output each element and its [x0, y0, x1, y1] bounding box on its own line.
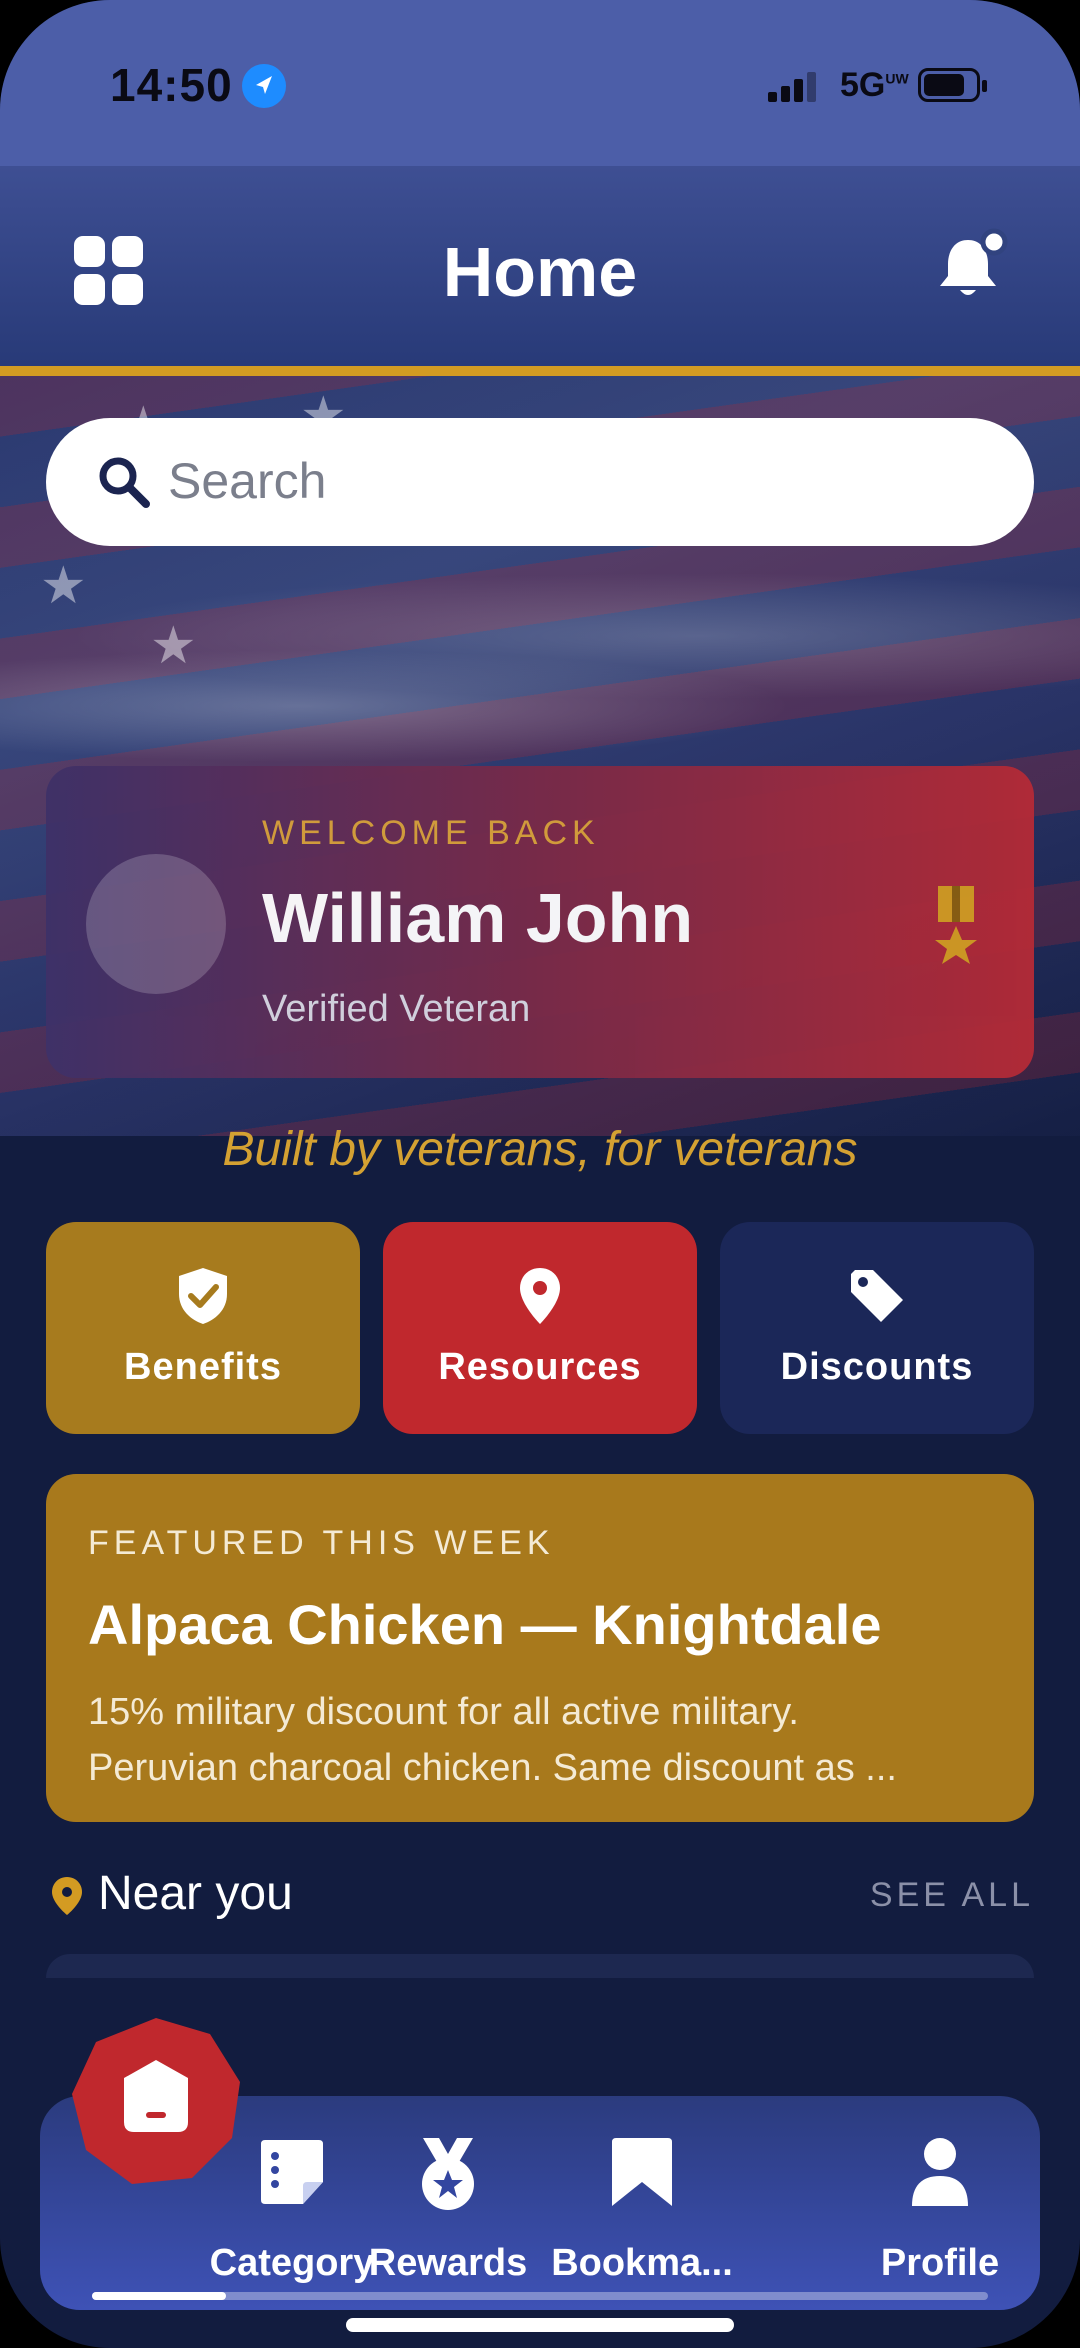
status-bar: 14:50 5GUW [0, 0, 1080, 166]
featured-title: Alpaca Chicken — Knightdale [88, 1593, 882, 1656]
nav-label-bookmarks: Bookma... [551, 2242, 733, 2284]
near-you-card[interactable] [46, 1954, 1034, 1978]
floating-action-button[interactable] [68, 2014, 244, 2190]
status-time: 14:50 [110, 59, 233, 111]
progress-fill [92, 2292, 227, 2300]
location-pin-icon [50, 1876, 84, 1916]
user-name: William John [262, 879, 694, 957]
nav-label-rewards: Rewards [368, 2242, 528, 2284]
nav-scroll-progress [92, 2292, 988, 2300]
military-medal-icon [926, 886, 986, 970]
page-title: Home [442, 233, 638, 311]
bookmark-icon [542, 2136, 742, 2214]
phone-screen: 14:50 5GUW Home ★ ★ ★ ★ [0, 0, 1080, 2348]
map-pin-icon [383, 1266, 697, 1326]
tagline: Built by veterans, for veterans [222, 1123, 858, 1176]
nav-item-rewards[interactable]: Rewards [348, 2136, 548, 2285]
featured-description-line2: Peruvian charcoal chicken. Same discount… [88, 1747, 897, 1789]
welcome-eyebrow: WELCOME BACK [262, 814, 600, 852]
discounts-label: Discounts [780, 1346, 974, 1388]
home-indicator[interactable] [346, 2318, 734, 2332]
nav-label-profile: Profile [880, 2242, 1000, 2284]
benefits-label: Benefits [124, 1346, 282, 1388]
notification-bell-icon[interactable] [932, 228, 1012, 308]
welcome-card[interactable]: WELCOME BACK William John Verified Veter… [46, 766, 1034, 1078]
search-bar[interactable]: Search [46, 418, 1034, 546]
featured-eyebrow: FEATURED THIS WEEK [88, 1524, 555, 1562]
nav-item-profile[interactable]: Profile [840, 2136, 1040, 2285]
shield-check-icon [46, 1266, 360, 1326]
medal-icon [348, 2136, 548, 2214]
featured-card[interactable]: FEATURED THIS WEEK Alpaca Chicken — Knig… [46, 1474, 1034, 1822]
see-all-link[interactable]: SEE ALL [870, 1876, 1034, 1915]
near-you-heading: Near you [98, 1867, 293, 1920]
location-arrow-icon [242, 64, 286, 108]
tag-icon [720, 1266, 1034, 1326]
person-icon [840, 2136, 1040, 2214]
network-label: 5GUW [840, 66, 909, 104]
battery-icon [918, 68, 987, 102]
discounts-button[interactable]: Discounts [720, 1222, 1034, 1434]
verification-status: Verified Veteran [262, 988, 531, 1030]
search-input[interactable]: Search [168, 452, 326, 510]
resources-label: Resources [438, 1346, 642, 1388]
featured-description-line1: 15% military discount for all active mil… [88, 1691, 799, 1733]
nav-item-bookmarks[interactable]: Bookma... [542, 2136, 742, 2285]
avatar[interactable] [86, 854, 226, 994]
search-icon [96, 454, 152, 510]
benefits-button[interactable]: Benefits [46, 1222, 360, 1434]
resources-button[interactable]: Resources [383, 1222, 697, 1434]
app-header: Home [0, 166, 1080, 376]
